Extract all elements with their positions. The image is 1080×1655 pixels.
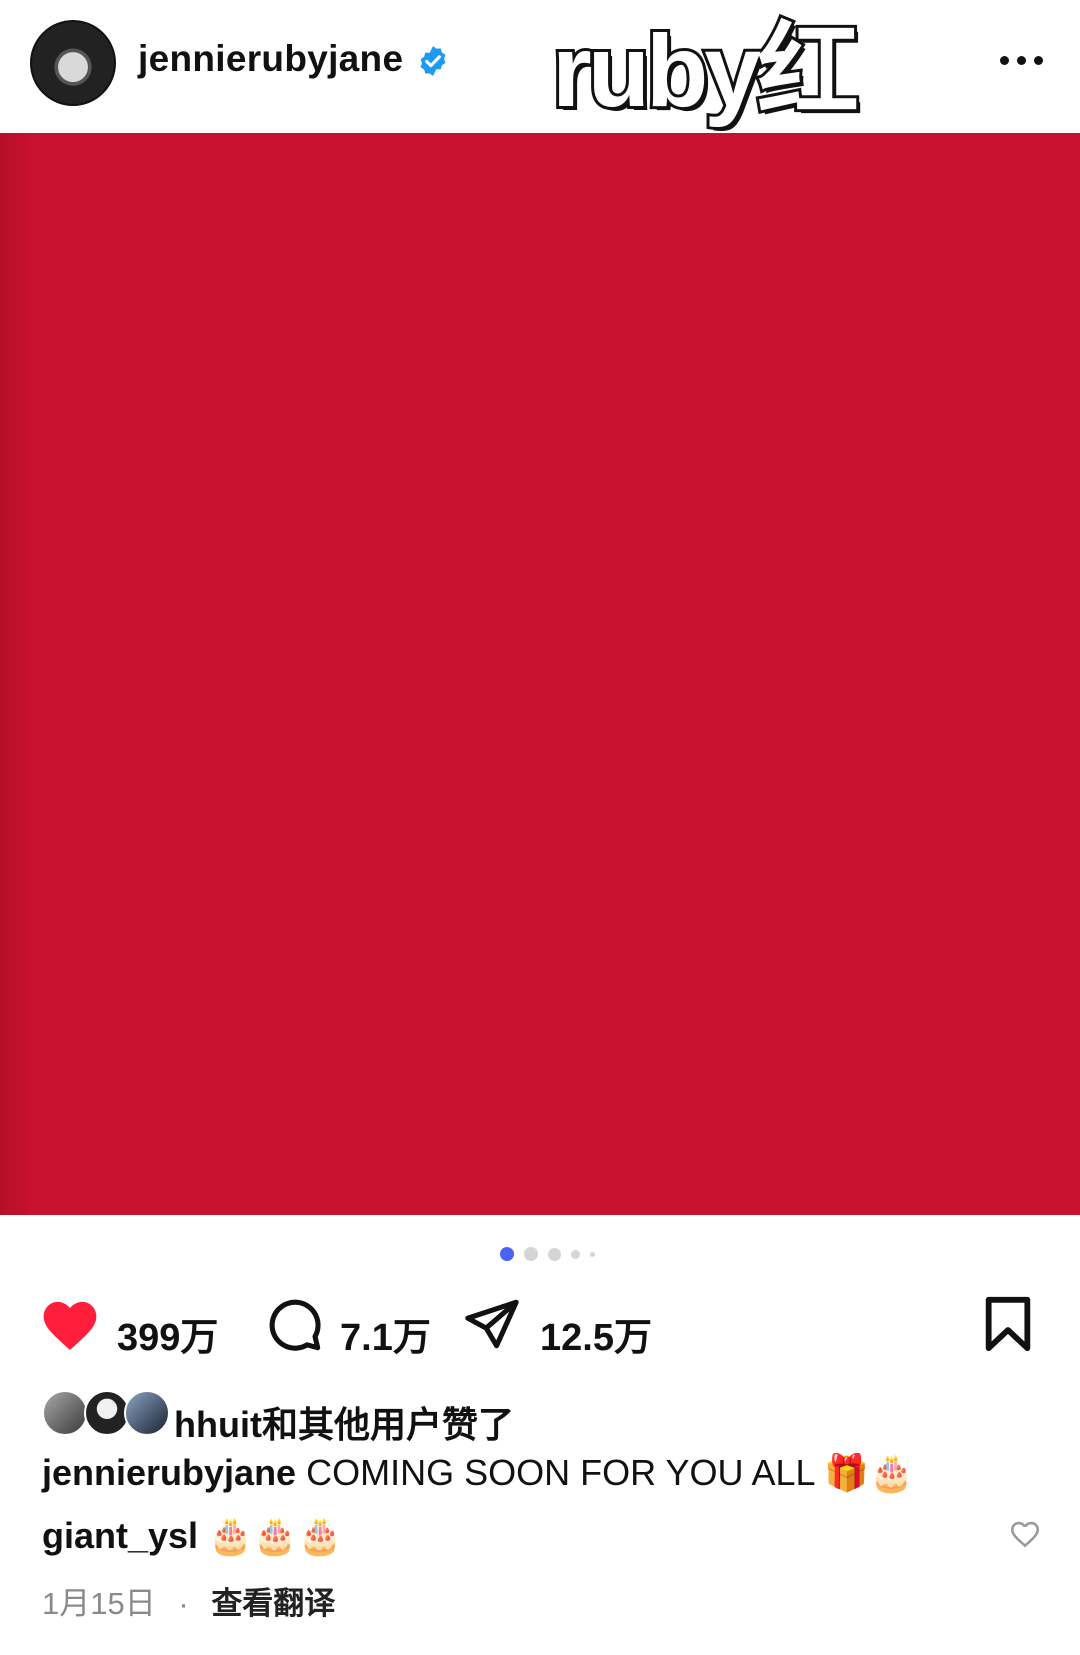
liked-by-text[interactable]: hhuit和其他用户赞了: [174, 1396, 514, 1448]
comment-username[interactable]: giant_ysl: [42, 1515, 198, 1556]
post-username[interactable]: jennierubyjane: [138, 38, 403, 80]
post-date: 1月15日: [42, 1586, 156, 1621]
carousel-indicator: [500, 1244, 595, 1264]
carousel-dot: [590, 1251, 595, 1257]
verified-badge-icon: [420, 46, 446, 76]
carousel-dot-active: [500, 1247, 514, 1261]
comment-count[interactable]: 7.1万: [340, 1306, 431, 1361]
profile-avatar[interactable]: [30, 20, 116, 106]
liked-by-row[interactable]: hhuit和其他用户赞了: [42, 1390, 942, 1445]
liker-avatar: [124, 1390, 170, 1436]
carousel-dot: [571, 1249, 580, 1259]
more-options-icon[interactable]: [996, 48, 1046, 72]
comment-icon[interactable]: [265, 1295, 323, 1353]
caption-username[interactable]: jennierubyjane: [42, 1452, 296, 1493]
like-count[interactable]: 399万: [117, 1306, 218, 1361]
share-icon[interactable]: [462, 1295, 522, 1353]
caption-text: COMING SOON FOR YOU ALL 🎁🎂: [306, 1452, 914, 1493]
post-caption: jennierubyjane COMING SOON FOR YOU ALL 🎁…: [42, 1452, 914, 1494]
post-header: jennierubyjane ruby红: [0, 0, 1080, 133]
heart-outline-icon[interactable]: [1008, 1517, 1042, 1549]
share-count[interactable]: 12.5万: [540, 1306, 652, 1361]
image-edge-shade: [0, 133, 32, 1215]
post-image[interactable]: [0, 133, 1080, 1215]
carousel-dot: [524, 1247, 538, 1261]
comment-text: 🎂🎂🎂: [208, 1515, 343, 1556]
carousel-dot: [548, 1247, 561, 1261]
translate-link[interactable]: 查看翻译: [211, 1586, 335, 1621]
bookmark-icon[interactable]: [982, 1295, 1034, 1353]
top-comment: giant_ysl 🎂🎂🎂: [42, 1515, 343, 1557]
post-footer: 1月15日 · 查看翻译: [42, 1578, 335, 1623]
ruby-logo-overlay: ruby红: [549, 13, 862, 128]
heart-filled-icon[interactable]: [38, 1294, 102, 1352]
liker-avatar: [42, 1390, 88, 1436]
post-actions-bar: 399万 7.1万 12.5万: [0, 1290, 1080, 1370]
footer-separator: ·: [178, 1586, 189, 1621]
